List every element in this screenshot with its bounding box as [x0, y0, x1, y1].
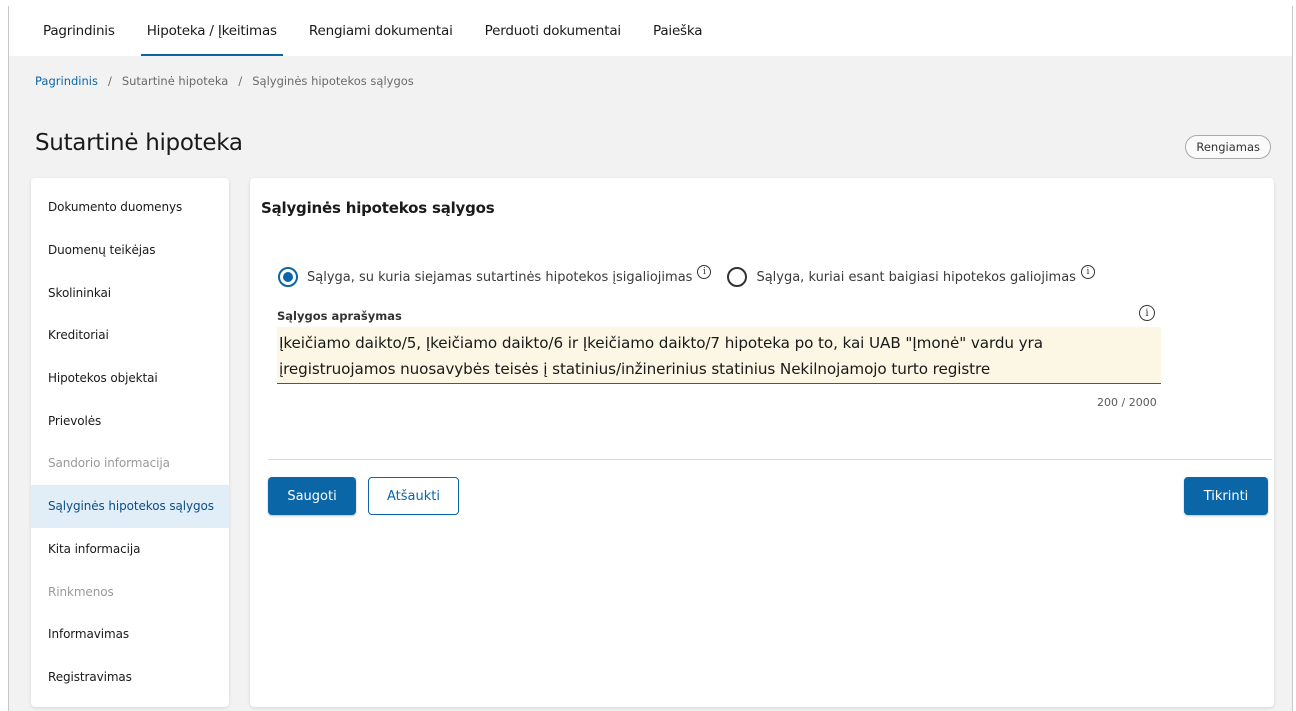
cancel-button[interactable]: Atšaukti [368, 477, 459, 515]
status-badge: Rengiamas [1185, 135, 1271, 159]
breadcrumb-current: Sąlyginės hipotekos sąlygos [252, 74, 414, 88]
radio-label-isigaliojimas[interactable]: Sąlyga, su kuria siejamas sutartinės hip… [307, 270, 692, 285]
main-panel: Sąlyginės hipotekos sąlygos Sąlyga, su k… [250, 178, 1274, 707]
tab-perduoti-dokumentai[interactable]: Perduoti dokumentai [469, 6, 637, 56]
top-navigation: Pagrindinis Hipoteka / Įkeitimas Rengiam… [9, 6, 1292, 56]
breadcrumb-separator: / [107, 74, 112, 88]
info-icon[interactable]: i [1139, 305, 1155, 321]
sidebar-item-duomenu-teikejas[interactable]: Duomenų teikėjas [31, 229, 229, 272]
sidebar-item-sandorio-informacija: Sandorio informacija [48, 456, 170, 471]
sidebar-item-kita-informacija[interactable]: Kita informacija [31, 528, 229, 571]
sidebar-item-skolininkai[interactable]: Skolininkai [31, 271, 229, 314]
sidebar-item-salygines-hipotekos-salygos[interactable]: Sąlyginės hipotekos sąlygos [31, 484, 229, 528]
breadcrumb-item[interactable]: Sutartinė hipoteka [122, 74, 229, 88]
app-frame: Pagrindinis Hipoteka / Įkeitimas Rengiam… [8, 6, 1293, 711]
info-icon[interactable]: i [697, 265, 712, 279]
breadcrumb-separator: / [238, 74, 243, 88]
field-label: Sąlygos aprašymas [277, 309, 402, 323]
info-icon[interactable]: i [1080, 265, 1095, 279]
radio-galiojimas[interactable] [727, 267, 748, 287]
tab-rengiami-dokumentai[interactable]: Rengiami dokumentai [293, 6, 469, 56]
sidebar-item-rinkmenos: Rinkmenos [48, 584, 114, 599]
character-counter: 200 / 2000 [1097, 396, 1157, 409]
sidebar-item-dokumento-duomenys[interactable]: Dokumento duomenys [31, 186, 229, 229]
sidebar-item-prievoles[interactable]: Prievolės [31, 399, 229, 442]
tab-hipoteka[interactable]: Hipoteka / Įkeitimas [131, 6, 293, 56]
sidebar-item-hipotekos-objektai[interactable]: Hipotekos objektai [31, 357, 229, 400]
page-title: Sutartinė hipoteka [35, 130, 243, 156]
sidebar-item-registravimas[interactable]: Registravimas [31, 656, 229, 699]
sidebar-item-informavimas[interactable]: Informavimas [31, 613, 229, 656]
save-button[interactable]: Saugoti [268, 477, 356, 515]
radio-label-galiojimas[interactable]: Sąlyga, kuriai esant baigiasi hipotekos … [756, 270, 1076, 285]
radio-group: Sąlyga, su kuria siejamas sutartinės hip… [278, 265, 1095, 287]
check-button[interactable]: Tikrinti [1184, 477, 1268, 515]
breadcrumb: Pagrindinis / Sutartinė hipoteka / Sąlyg… [35, 74, 414, 88]
condition-description-textarea[interactable]: Įkeičiamo daikto/5, Įkeičiamo daikto/6 i… [277, 327, 1161, 384]
tab-pagrindinis[interactable]: Pagrindinis [27, 6, 131, 56]
sidebar: Dokumento duomenys Duomenų teikėjas Skol… [31, 178, 229, 707]
section-title: Sąlyginės hipotekos sąlygos [261, 199, 495, 217]
sidebar-item-kreditoriai[interactable]: Kreditoriai [31, 314, 229, 357]
divider [268, 459, 1272, 460]
breadcrumb-link-home[interactable]: Pagrindinis [35, 74, 98, 88]
tab-paieska[interactable]: Paieška [637, 6, 718, 56]
radio-isigaliojimas[interactable] [278, 267, 298, 287]
